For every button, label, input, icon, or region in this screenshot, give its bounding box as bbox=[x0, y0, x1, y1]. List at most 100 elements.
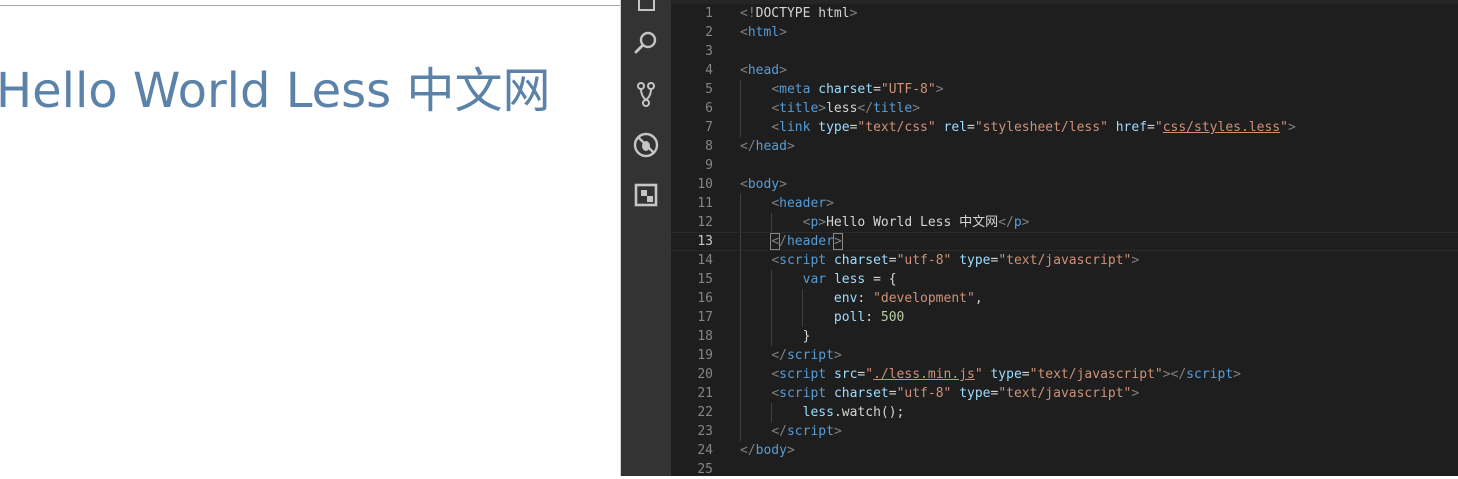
code-token: ./less.min.js bbox=[873, 367, 975, 382]
code-line[interactable]: 18 } bbox=[671, 327, 1458, 346]
explorer-icon[interactable] bbox=[632, 0, 660, 14]
search-icon[interactable] bbox=[632, 29, 660, 57]
extensions-icon[interactable] bbox=[632, 181, 660, 209]
code-line[interactable]: 1 <!DOCTYPE html> bbox=[671, 4, 1458, 23]
code-token: < bbox=[771, 82, 780, 97]
code-token: "text/javascript" bbox=[1029, 367, 1163, 382]
code-line[interactable]: 19 </script> bbox=[671, 346, 1458, 365]
code-token: = bbox=[888, 386, 897, 401]
code-line[interactable]: 14 <script charset="utf-8" type="text/ja… bbox=[671, 251, 1458, 270]
code-token: (); bbox=[880, 405, 905, 420]
code-token: Hello World Less 中文网 bbox=[826, 215, 999, 230]
line-number: 16 bbox=[697, 291, 713, 306]
line-number: 15 bbox=[697, 272, 713, 287]
line-number: 10 bbox=[697, 177, 713, 192]
code-token: script bbox=[779, 386, 827, 401]
line-content: </body> bbox=[740, 441, 795, 460]
code-token: " bbox=[865, 367, 874, 382]
code-line[interactable]: 12 <p>Hello World Less 中文网</p> bbox=[671, 213, 1458, 232]
code-line[interactable]: 17 poll: 500 bbox=[671, 308, 1458, 327]
code-line[interactable]: 23 </script> bbox=[671, 422, 1458, 441]
code-line[interactable]: 7 <link type="text/css" rel="stylesheet/… bbox=[671, 118, 1458, 137]
code-line[interactable]: 5 <meta charset="UTF-8"> bbox=[671, 80, 1458, 99]
code-token: header bbox=[786, 234, 834, 249]
code-token: script bbox=[1186, 367, 1234, 382]
code-line[interactable]: 6 <title>less</title> bbox=[671, 99, 1458, 118]
code-editor[interactable]: 1 <!DOCTYPE html> 2 <html> 3 4 <head> 5 <meta c… bbox=[671, 0, 1458, 479]
line-number: 11 bbox=[697, 196, 713, 211]
code-token: 500 bbox=[880, 310, 905, 325]
line-content: </head> bbox=[740, 137, 795, 156]
line-content: <!DOCTYPE html> bbox=[740, 4, 857, 23]
code-token: " bbox=[974, 367, 983, 382]
code-token: </ bbox=[740, 443, 756, 458]
line-number: 9 bbox=[705, 158, 713, 173]
code-token: > bbox=[786, 443, 795, 458]
code-line[interactable]: 4 <head> bbox=[671, 61, 1458, 80]
code-token: charset bbox=[833, 386, 889, 401]
code-token: meta bbox=[779, 82, 811, 97]
line-number: 7 bbox=[705, 120, 713, 135]
code-token: > bbox=[1021, 215, 1030, 230]
code-token: < bbox=[771, 120, 780, 135]
code-token: var bbox=[802, 272, 827, 287]
code-token: charset bbox=[818, 82, 874, 97]
line-content: </script> bbox=[740, 346, 841, 365]
preview-top-border bbox=[0, 5, 620, 6]
code-line[interactable]: 25 bbox=[671, 460, 1458, 479]
code-line[interactable]: 22 less.watch(); bbox=[671, 403, 1458, 422]
code-token: = bbox=[1147, 120, 1155, 135]
code-line[interactable]: 9 bbox=[671, 156, 1458, 175]
code-line[interactable]: 10 <body> bbox=[671, 175, 1458, 194]
code-line[interactable]: 2 <html> bbox=[671, 23, 1458, 42]
code-token: </ bbox=[771, 424, 787, 439]
source-control-icon[interactable] bbox=[632, 80, 660, 108]
code-token: = bbox=[888, 253, 897, 268]
debug-icon[interactable] bbox=[632, 131, 660, 159]
line-content: env: "development", bbox=[740, 289, 983, 308]
code-line[interactable]: 13 </header> bbox=[671, 232, 1458, 251]
code-line[interactable]: 24 </body> bbox=[671, 441, 1458, 460]
line-number: 22 bbox=[697, 405, 713, 420]
line-number: 25 bbox=[697, 462, 713, 477]
code-token: : bbox=[865, 310, 881, 325]
code-token: > bbox=[826, 196, 834, 211]
line-number: 21 bbox=[697, 386, 713, 401]
code-token: "text/css" bbox=[857, 120, 936, 135]
line-number: 12 bbox=[697, 215, 713, 230]
code-token: > bbox=[786, 139, 795, 154]
code-line[interactable]: 3 bbox=[671, 42, 1458, 61]
code-line[interactable]: 21 <script charset="utf-8" type="text/ja… bbox=[671, 384, 1458, 403]
code-line[interactable]: 11 <header> bbox=[671, 194, 1458, 213]
code-token: < bbox=[771, 367, 780, 382]
code-token: less bbox=[833, 272, 866, 287]
code-token: < bbox=[740, 25, 748, 40]
code-line[interactable]: 20 <script src="./less.min.js" type="tex… bbox=[671, 365, 1458, 384]
code-line[interactable]: 16 env: "development", bbox=[671, 289, 1458, 308]
code-token: " bbox=[1154, 120, 1163, 135]
line-number: 17 bbox=[697, 310, 713, 325]
code-token: title bbox=[873, 101, 913, 116]
code-token: > bbox=[1287, 120, 1296, 135]
line-content: <script src="./less.min.js" type="text/j… bbox=[740, 365, 1241, 384]
code-token: script bbox=[779, 253, 827, 268]
code-line[interactable]: 15 var less = { bbox=[671, 270, 1458, 289]
code-token: script bbox=[786, 348, 834, 363]
code-token: title bbox=[779, 101, 819, 116]
line-content: <head> bbox=[740, 61, 787, 80]
line-number: 14 bbox=[697, 253, 713, 268]
code-token: "development" bbox=[873, 291, 975, 306]
code-line[interactable]: 8 </head> bbox=[671, 137, 1458, 156]
code-token: > bbox=[1233, 367, 1241, 382]
code-token: type bbox=[818, 120, 850, 135]
activity-bar bbox=[621, 0, 671, 476]
